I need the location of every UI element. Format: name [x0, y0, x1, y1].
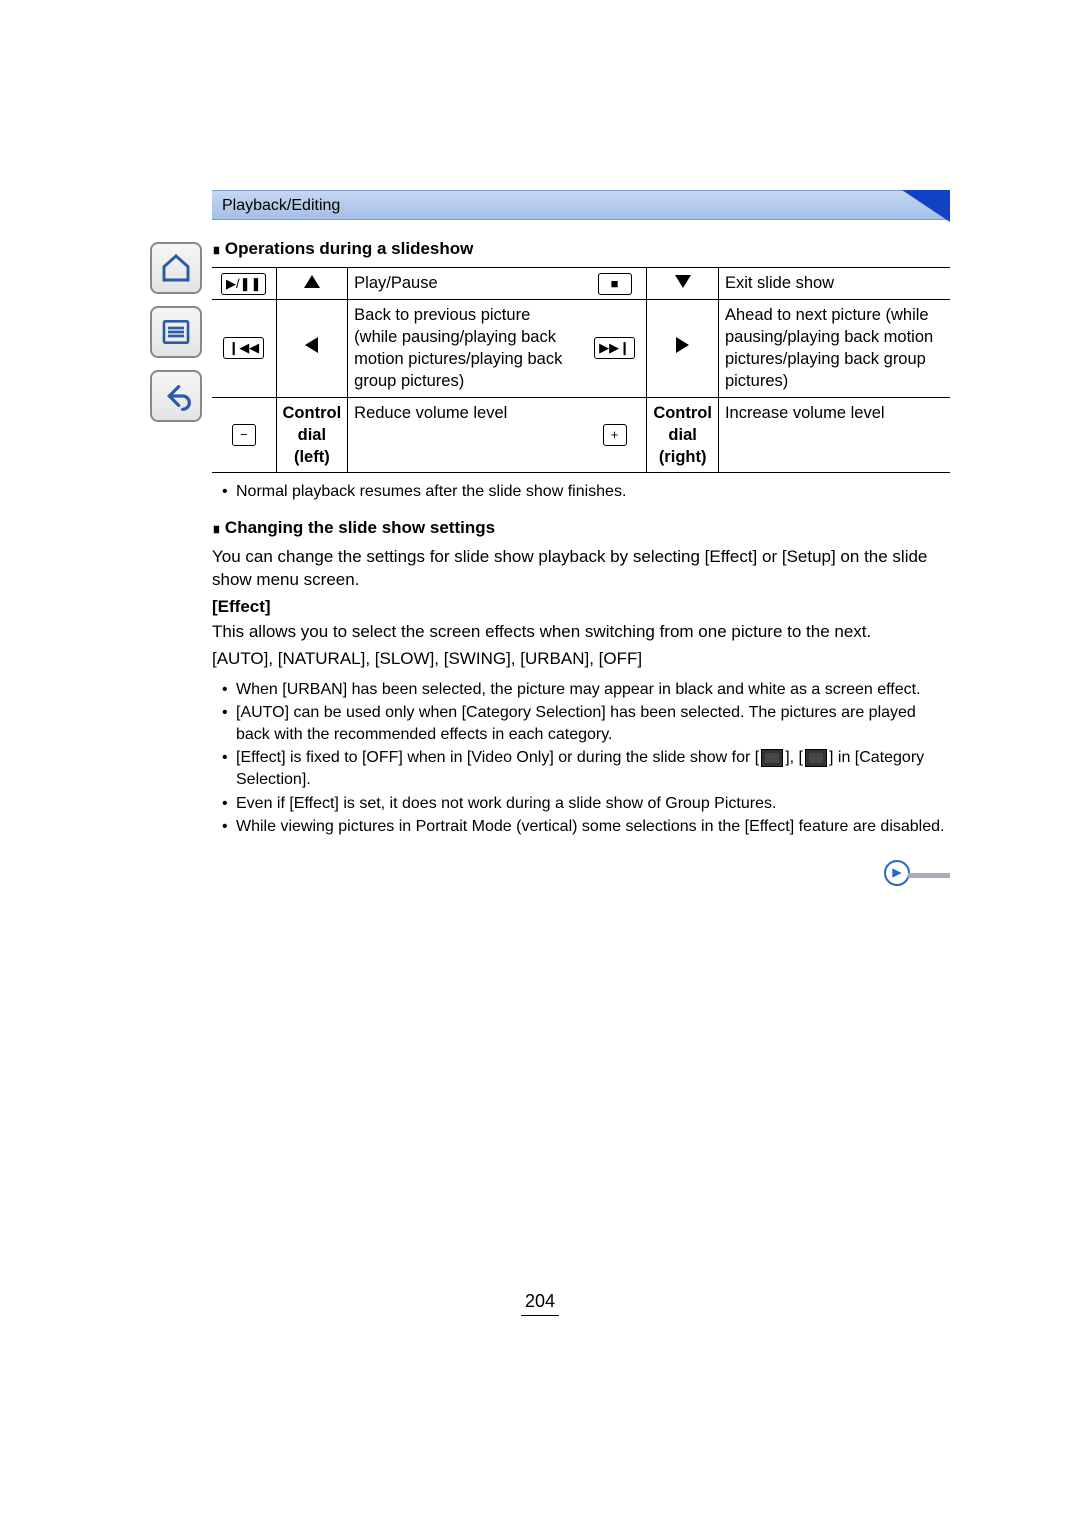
down-arrow-icon — [647, 267, 719, 299]
effect-intro-text: This allows you to select the screen eff… — [212, 621, 950, 644]
control-dial-right-label: Control dial (right) — [647, 397, 719, 473]
category-icon — [761, 749, 783, 767]
page-content: ∎Operations during a slideshow ▶/❚❚ Play… — [212, 238, 950, 887]
category-icon — [805, 749, 827, 767]
sidebar-nav — [150, 242, 205, 422]
minus-icon: − — [212, 397, 276, 473]
table-row: ❙◀◀ Back to previous picture (while paus… — [212, 299, 950, 397]
effect-options-text: [AUTO], [NATURAL], [SLOW], [SWING], [URB… — [212, 648, 950, 671]
effect-notes-list: When [URBAN] has been selected, the pict… — [212, 679, 950, 838]
play-pause-desc: Play/Pause — [348, 267, 583, 299]
stop-icon: ■ — [583, 267, 647, 299]
breadcrumb: Playback/Editing — [212, 190, 950, 220]
left-arrow-icon — [276, 299, 348, 397]
back-desc: Back to previous picture (while pausing/… — [348, 299, 583, 397]
settings-heading-text: Changing the slide show settings — [225, 518, 495, 537]
effect-subheading: [Effect] — [212, 596, 950, 619]
increase-volume-desc: Increase volume level — [718, 397, 950, 473]
up-arrow-icon — [276, 267, 348, 299]
control-dial-left-label: Control dial (left) — [276, 397, 348, 473]
ahead-desc: Ahead to next picture (while pausing/pla… — [718, 299, 950, 397]
skip-fwd-icon: ▶▶❙ — [583, 299, 647, 397]
breadcrumb-text: Playback/Editing — [222, 197, 340, 214]
next-page-marker[interactable] — [884, 860, 950, 887]
plus-icon: + — [583, 397, 647, 473]
back-icon[interactable] — [150, 370, 202, 422]
operations-table: ▶/❚❚ Play/Pause ■ Exit slide show ❙◀◀ Ba… — [212, 267, 950, 474]
contents-icon[interactable] — [150, 306, 202, 358]
page-number: 204 — [521, 1289, 559, 1316]
note-text: Normal playback resumes after the slide … — [226, 481, 950, 503]
play-pause-icon: ▶/❚❚ — [212, 267, 276, 299]
home-icon[interactable] — [150, 242, 202, 294]
table-row: − Control dial (left) Reduce volume leve… — [212, 397, 950, 473]
note-list: Normal playback resumes after the slide … — [212, 481, 950, 503]
reduce-volume-desc: Reduce volume level — [348, 397, 583, 473]
arrow-right-icon — [884, 860, 910, 886]
note-text: [Effect] is fixed to [OFF] when in [Vide… — [226, 747, 950, 790]
right-arrow-icon — [647, 299, 719, 397]
skip-back-icon: ❙◀◀ — [212, 299, 276, 397]
operations-heading-text: Operations during a slideshow — [225, 239, 473, 258]
note-text: While viewing pictures in Portrait Mode … — [226, 816, 950, 838]
header-accent — [902, 190, 950, 222]
exit-desc: Exit slide show — [718, 267, 950, 299]
table-row: ▶/❚❚ Play/Pause ■ Exit slide show — [212, 267, 950, 299]
section-settings-head: ∎Changing the slide show settings — [212, 517, 950, 540]
note-text: Even if [Effect] is set, it does not wor… — [226, 793, 950, 815]
section-operations-head: ∎Operations during a slideshow — [212, 238, 950, 261]
settings-intro-text: You can change the settings for slide sh… — [212, 546, 950, 592]
note-text: [AUTO] can be used only when [Category S… — [226, 702, 950, 745]
note-text: When [URBAN] has been selected, the pict… — [226, 679, 950, 701]
